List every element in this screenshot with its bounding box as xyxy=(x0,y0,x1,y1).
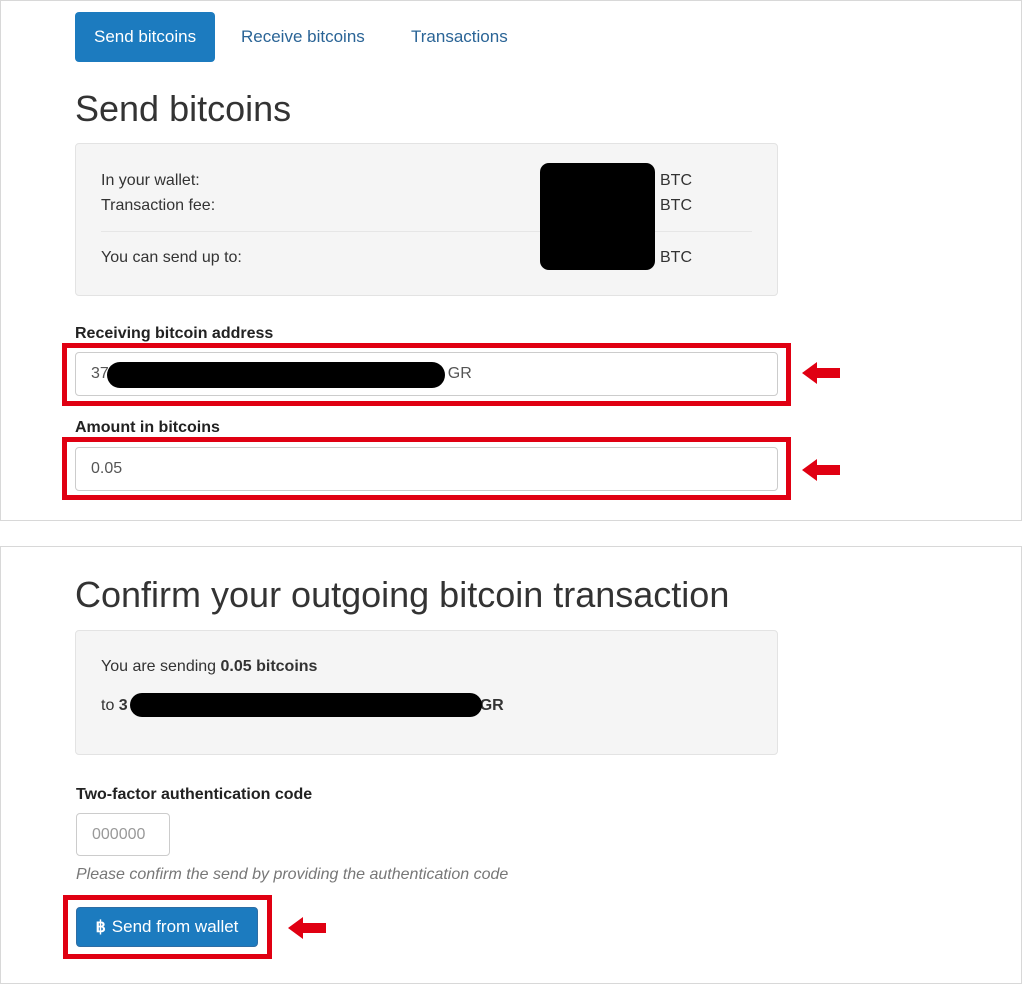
twofa-label: Two-factor authentication code xyxy=(76,786,313,803)
sending-amount-line: You are sending 0.05 bitcoins xyxy=(101,658,317,676)
amount-label: Amount in bitcoins xyxy=(75,419,220,436)
to-address-suffix: GR xyxy=(479,697,504,714)
send-limit-unit: BTC xyxy=(660,249,692,266)
twofa-placeholder: 000000 xyxy=(92,825,146,843)
twofa-input[interactable]: 000000 xyxy=(76,813,170,856)
address-label: Receiving bitcoin address xyxy=(75,325,274,342)
tab-send-bitcoins[interactable]: Send bitcoins xyxy=(75,12,216,62)
wallet-balance-unit: BTC xyxy=(660,172,692,189)
wallet-summary: In your wallet: BTC Transaction fee: BTC… xyxy=(75,143,778,296)
help-text: Please confirm the send by providing the… xyxy=(76,866,509,883)
balance-redaction xyxy=(540,163,655,270)
confirm-title: Confirm your outgoing bitcoin transactio… xyxy=(75,574,730,615)
to-prefix: to xyxy=(101,697,119,714)
destination-redaction xyxy=(130,693,482,717)
page-title: Send bitcoins xyxy=(75,88,292,129)
arrow-left-icon xyxy=(802,362,840,384)
wallet-balance-label: In your wallet: xyxy=(101,172,200,189)
address-highlight-box xyxy=(62,343,791,406)
transaction-fee-label: Transaction fee: xyxy=(101,197,216,214)
arrow-left-icon xyxy=(288,917,326,939)
send-limit-label: You can send up to: xyxy=(101,249,242,266)
to-address-prefix: 3 xyxy=(118,697,128,714)
sending-amount: 0.05 bitcoins xyxy=(220,658,318,675)
amount-highlight-box xyxy=(62,437,791,500)
transaction-fee-unit: BTC xyxy=(660,197,692,214)
tab-transactions[interactable]: Transactions xyxy=(392,12,527,62)
sending-prefix: You are sending xyxy=(101,658,221,675)
send-button-highlight-box xyxy=(63,895,272,959)
tab-receive-bitcoins[interactable]: Receive bitcoins xyxy=(222,12,384,62)
arrow-left-icon xyxy=(802,459,840,481)
